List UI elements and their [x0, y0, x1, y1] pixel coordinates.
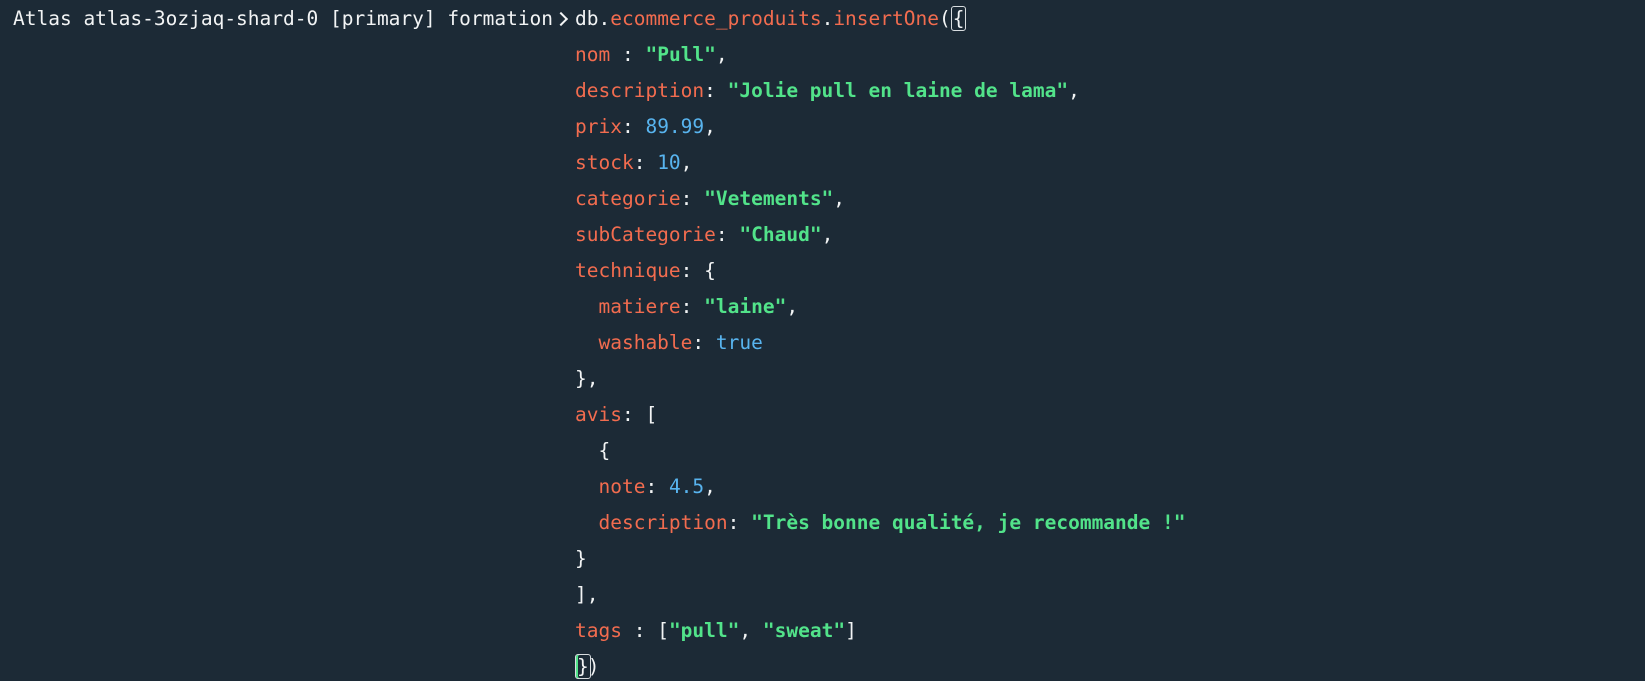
field-key: note: [598, 475, 646, 498]
comma: ,: [821, 223, 834, 246]
separator: :: [704, 79, 728, 102]
command-input[interactable]: db.ecommerce_produits.insertOne({ nom : …: [575, 5, 1186, 681]
separator: :: [645, 475, 669, 498]
close-paren: ): [587, 655, 600, 678]
code-line-technique: technique: {: [575, 257, 1186, 293]
code-line-subcategorie: subCategorie: "Chaud",: [575, 221, 1186, 257]
code-line-categorie: categorie: "Vetements",: [575, 185, 1186, 221]
code-line-technique-close: },: [575, 365, 1186, 401]
number-value: 89.99: [645, 115, 705, 138]
field-key: avis: [575, 403, 622, 426]
string-value: "Chaud": [739, 223, 822, 246]
separator: : {: [680, 259, 716, 282]
separator: :: [680, 295, 705, 318]
code-line-avis-obj-close: }: [575, 545, 1186, 581]
string-value: "Très bonne qualité, je recommande !": [751, 511, 1186, 534]
separator: :: [633, 151, 658, 174]
string-value: "Pull": [645, 43, 716, 66]
shell-prompt: Atlas atlas-3ozjaq-shard-0 [primary] for…: [13, 5, 571, 33]
string-value: "sweat": [762, 619, 846, 642]
field-key: subCategorie: [575, 223, 716, 246]
separator: :: [610, 43, 646, 66]
code-line-avis-description: description: "Très bonne qualité, je rec…: [575, 509, 1186, 545]
comma: ,: [715, 43, 728, 66]
field-key: categorie: [575, 187, 681, 210]
separator: :: [715, 223, 740, 246]
field-key: prix: [575, 115, 622, 138]
code-line-note: note: 4.5,: [575, 473, 1186, 509]
comma: ,: [786, 295, 799, 318]
comma: ,: [833, 187, 846, 210]
string-value: "laine": [704, 295, 787, 318]
field-key: stock: [575, 151, 634, 174]
db-keyword: db: [575, 7, 599, 30]
field-key: matiere: [598, 295, 681, 318]
code-line-avis-close: ],: [575, 581, 1186, 617]
close-brace: }: [575, 547, 587, 570]
code-line-nom: nom : "Pull",: [575, 41, 1186, 77]
mongosh-terminal[interactable]: Atlas atlas-3ozjaq-shard-0 [primary] for…: [0, 0, 1645, 681]
open-brace: {: [575, 439, 611, 462]
field-key: technique: [575, 259, 681, 282]
code-line-tags: tags : ["pull", "sweat"]: [575, 617, 1186, 653]
number-value: 10: [657, 151, 681, 174]
field-key: description: [598, 511, 728, 534]
separator: :: [680, 187, 705, 210]
code-line-final: }): [575, 653, 1186, 681]
code-line-description: description: "Jolie pull en laine de lam…: [575, 77, 1186, 113]
comma: ,: [704, 115, 716, 138]
comma: ,: [680, 151, 693, 174]
code-line-avis-obj-open: {: [575, 437, 1186, 473]
close-bracket: ]: [845, 619, 857, 642]
boolean-value: true: [715, 331, 763, 354]
collection-name: ecommerce_produits: [610, 7, 822, 30]
code-line-avis: avis: [: [575, 401, 1186, 437]
field-key: tags: [575, 619, 622, 642]
separator: : [: [621, 403, 658, 426]
separator: :: [621, 115, 646, 138]
dot: .: [821, 7, 834, 30]
prompt-text: Atlas atlas-3ozjaq-shard-0 [primary] for…: [13, 7, 554, 30]
code-line-stock: stock: 10,: [575, 149, 1186, 185]
field-key: washable: [598, 331, 693, 354]
comma: ,: [704, 475, 716, 498]
method-name: insertOne: [833, 7, 939, 30]
close-bracket: ],: [575, 583, 599, 606]
matched-open-brace: {: [950, 6, 967, 31]
string-value: "Jolie pull en laine de lama": [727, 79, 1069, 102]
separator: : [: [621, 619, 669, 642]
dot: .: [598, 7, 611, 30]
field-key: nom: [575, 43, 611, 66]
separator: :: [692, 331, 716, 354]
string-value: "Vetements": [704, 187, 834, 210]
separator: :: [727, 511, 752, 534]
comma: ,: [739, 619, 763, 642]
code-line-prix: prix: 89.99,: [575, 113, 1186, 149]
code-line-washable: washable: true: [575, 329, 1186, 365]
open-paren: (: [938, 7, 951, 30]
number-value: 4.5: [668, 475, 705, 498]
comma: ,: [1068, 79, 1080, 102]
field-key: description: [575, 79, 705, 102]
string-value: "pull": [668, 619, 740, 642]
close-brace: },: [575, 367, 599, 390]
code-line-matiere: matiere: "laine",: [575, 293, 1186, 329]
chevron-right-icon: [555, 5, 571, 33]
code-line-head: db.ecommerce_produits.insertOne({: [575, 5, 1186, 41]
